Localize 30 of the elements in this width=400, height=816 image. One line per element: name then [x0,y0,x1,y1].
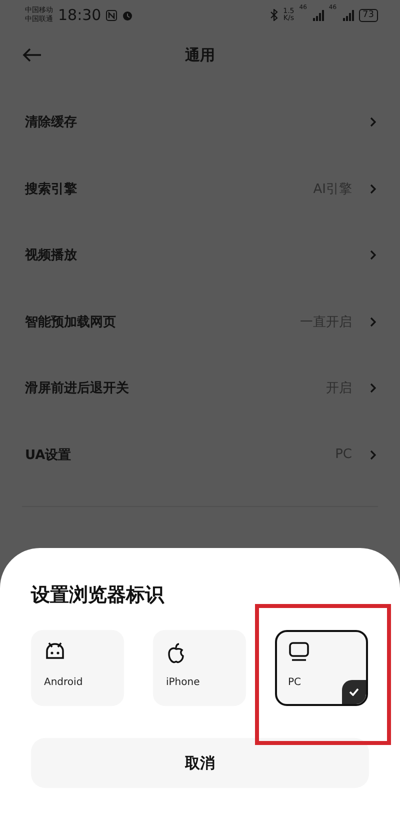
chevron-icon [370,316,376,327]
option-card[interactable]: Android [31,630,124,706]
chevron-icon [370,450,376,460]
setting-label[interactable]: 搜索引擎 [25,180,304,198]
option-card[interactable]: PC [275,630,368,706]
back-button[interactable] [22,47,42,63]
signal-icon [312,10,324,20]
signal-icon [342,10,354,20]
nfc-icon [106,10,118,20]
battery-level: 73 [358,8,378,22]
chevron-icon [370,250,376,260]
setting-label[interactable]: 视频播放 [25,246,360,264]
clock-time: 18:30 [58,6,102,24]
chevron-icon [370,117,376,128]
apple-icon [166,642,186,664]
setting-label[interactable]: UA设置 [25,446,326,464]
option-card[interactable]: iPhone [153,630,246,706]
setting-label[interactable]: 智能预加载网页 [25,312,290,331]
check-icon [342,680,366,704]
page-title: 通用 [185,46,215,64]
chevron-icon [370,184,376,194]
android-icon [44,642,66,660]
alarm-icon [122,10,134,20]
setting-label[interactable]: 滑屏前进后退开关 [25,379,316,398]
monitor-icon [288,642,310,662]
chevron-icon [370,383,376,394]
sheet-title: 设置浏览器标识 [31,583,166,608]
setting-label[interactable]: 清除缓存 [25,113,360,132]
bluetooth-icon [270,9,278,21]
cancel-button[interactable]: 取消 [31,738,369,788]
